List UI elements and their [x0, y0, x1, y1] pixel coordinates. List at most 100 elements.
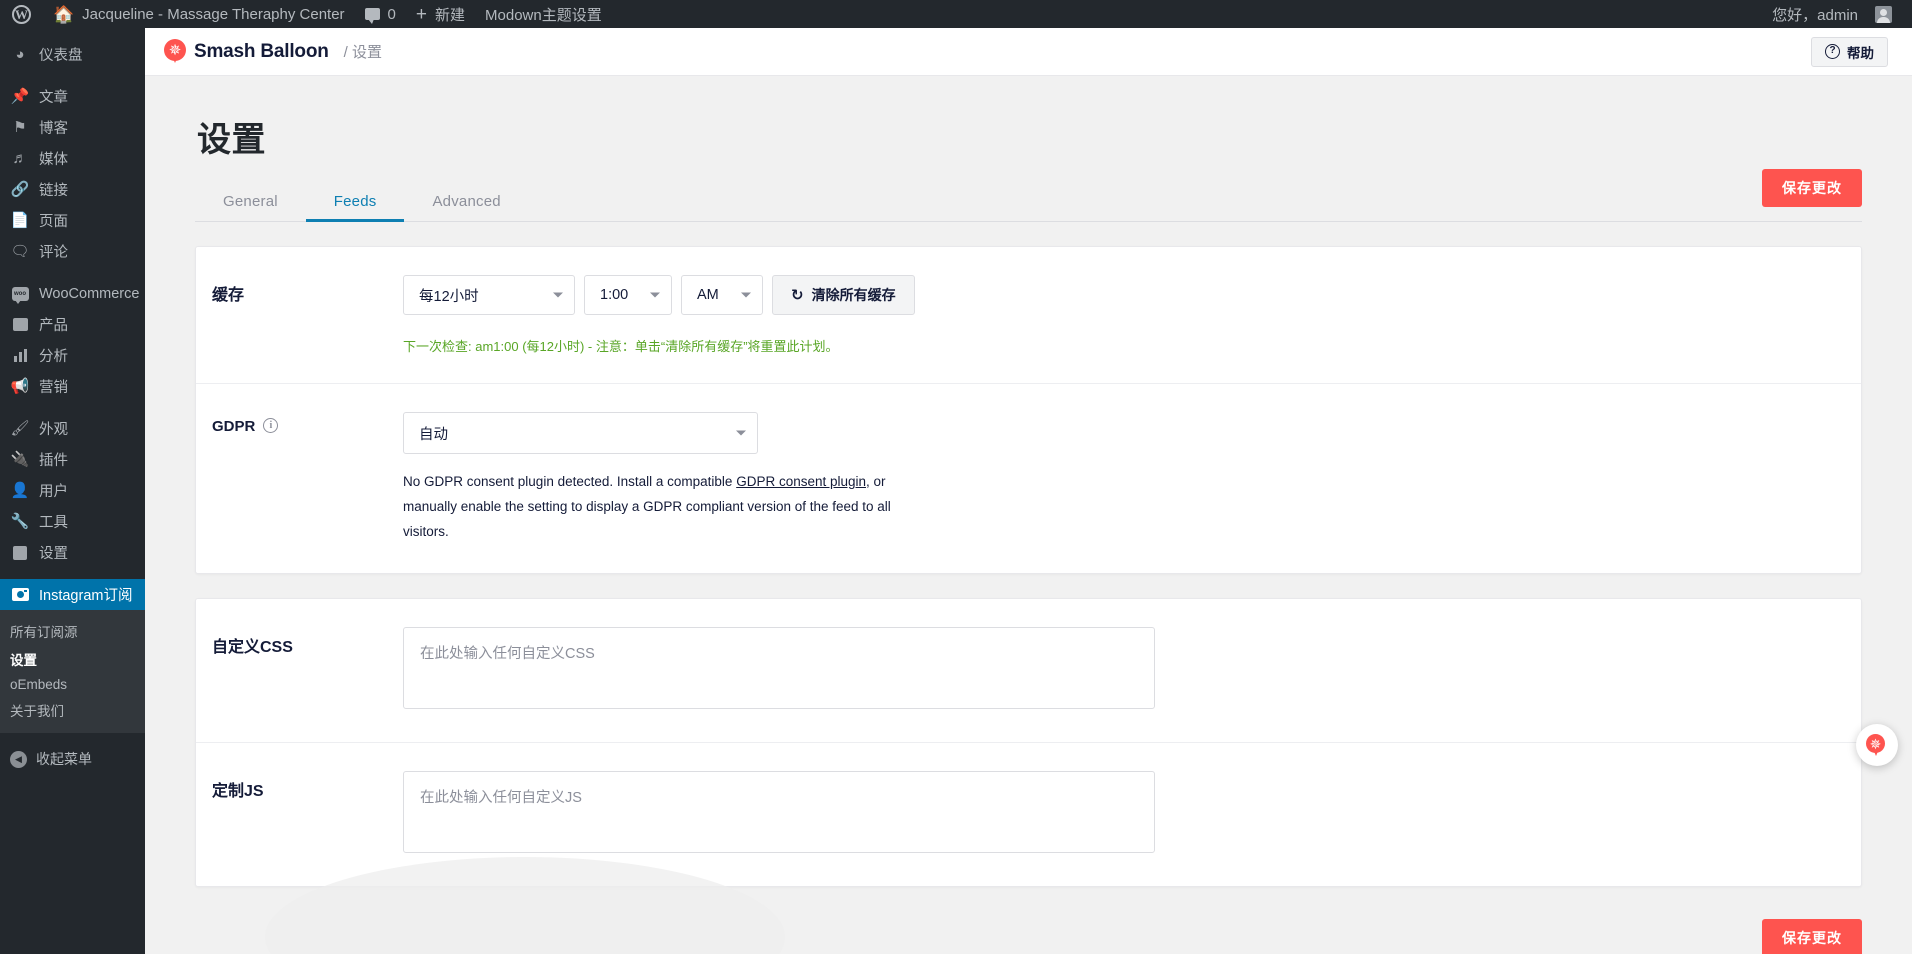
sidebar-item-comments[interactable]: 🗨 评论	[0, 236, 145, 267]
plus-icon: +	[415, 3, 427, 25]
custom-css-textarea[interactable]	[403, 626, 1155, 709]
tab-general[interactable]: General	[195, 187, 306, 222]
sidebar-item-pages[interactable]: 📄 页面	[0, 205, 145, 236]
submenu-item-all-feeds[interactable]: 所有订阅源	[0, 617, 145, 645]
sidebar-item-media[interactable]: ♬ 媒体	[0, 143, 145, 174]
sidebar-item-label: 文章	[39, 90, 68, 106]
collapse-menu-button[interactable]: ◀ 收起菜单	[0, 742, 145, 776]
wordpress-logo-button[interactable]: W	[0, 0, 43, 28]
paintbrush-icon: 🖌	[10, 420, 30, 437]
new-content-button[interactable]: + 新建	[406, 0, 475, 28]
megaphone-icon: 📢	[10, 378, 30, 395]
cache-meridiem-value: AM	[697, 287, 719, 303]
menu-spacer	[0, 70, 145, 81]
sidebar-item-label: 链接	[39, 183, 68, 199]
brand: ✵ Smash Balloon / 设置	[164, 39, 382, 64]
smash-balloon-logo-icon: ✵	[164, 39, 186, 64]
save-changes-button-bottom[interactable]: 保存更改	[1762, 918, 1862, 954]
custom-css-label-text: 自定义CSS	[212, 638, 293, 656]
cache-time-select[interactable]: 1:00	[584, 275, 672, 315]
sidebar-item-products[interactable]: 产品	[0, 309, 145, 340]
gdpr-consent-plugin-link[interactable]: GDPR consent plugin	[736, 474, 866, 489]
settings-sliders-icon	[10, 545, 30, 560]
account-menu[interactable]: 您好，admin	[1762, 0, 1902, 28]
flag-icon: ⚑	[13, 119, 27, 136]
avatar-icon	[1875, 5, 1892, 23]
sidebar-item-users[interactable]: 👤 用户	[0, 475, 145, 506]
tab-label: Feeds	[333, 193, 377, 210]
sidebar-submenu: 所有订阅源 设置 oEmbeds 关于我们	[0, 610, 145, 733]
help-label: 帮助	[1847, 45, 1874, 61]
sidebar-item-tools[interactable]: 🔧 工具	[0, 506, 145, 537]
cache-interval-select[interactable]: 每12小时	[403, 275, 575, 315]
wrench-icon: 🔧	[10, 513, 30, 530]
cache-label-text: 缓存	[212, 287, 245, 304]
sidebar-item-posts[interactable]: 📌 文章	[0, 81, 145, 112]
save-changes-button-top[interactable]: 保存更改	[1762, 169, 1862, 207]
gdpr-mode-value: 自动	[419, 426, 448, 443]
settings-tabs: General Feeds Advanced	[195, 187, 1862, 222]
submenu-label: 设置	[10, 653, 37, 668]
card-cache-gdpr: 缓存 每12小时 1:00 AM ↻ 清除所有缓存 下一次检查: am1:00 …	[195, 246, 1862, 574]
link-icon: 🔗	[10, 181, 30, 198]
sidebar-item-label: Instagram订阅	[39, 588, 133, 604]
sidebar-item-settings[interactable]: 设置	[0, 537, 145, 568]
sidebar-item-label: 工具	[39, 515, 68, 531]
sidebar-item-links[interactable]: 🔗 链接	[0, 174, 145, 205]
user-icon: 👤	[10, 482, 30, 499]
gdpr-controls: 自动 No GDPR consent plugin detected. Inst…	[403, 412, 1861, 545]
tabs-row: General Feeds Advanced 保存更改	[195, 169, 1862, 222]
submenu-label: 所有订阅源	[10, 625, 78, 640]
sidebar-item-marketing[interactable]: 📢 营销	[0, 371, 145, 402]
smash-balloon-fab-icon: ✵	[1866, 734, 1888, 756]
admin-bar-right: 您好，admin	[1762, 0, 1912, 28]
chevron-down-icon	[736, 430, 746, 436]
chevron-down-icon	[650, 292, 660, 298]
main-content: ✵ Smash Balloon / 设置 ? 帮助 设置 General Fee…	[145, 28, 1912, 954]
info-icon[interactable]: i	[263, 418, 279, 433]
submenu-item-settings[interactable]: 设置	[0, 645, 145, 673]
site-name-link[interactable]: 🏠 Jacqueline - Massage Theraphy Center	[43, 0, 355, 28]
question-mark-icon: ?	[1825, 44, 1840, 59]
pin-icon: 📌	[10, 88, 30, 105]
wp-admin-bar: W 🏠 Jacqueline - Massage Theraphy Center…	[0, 0, 1912, 28]
help-button[interactable]: ? 帮助	[1811, 36, 1888, 67]
submenu-item-oembeds[interactable]: oEmbeds	[0, 673, 145, 696]
tab-feeds[interactable]: Feeds	[305, 187, 405, 222]
smash-balloon-fab-button[interactable]: ✵	[1856, 724, 1898, 766]
dashboard-icon: ◕	[15, 46, 25, 63]
menu-spacer	[0, 267, 145, 278]
gdpr-mode-select[interactable]: 自动	[403, 412, 758, 454]
sidebar-item-blog[interactable]: ⚑ 博客	[0, 112, 145, 143]
sidebar-item-plugins[interactable]: 🔌 插件	[0, 444, 145, 475]
custom-js-label: 定制JS	[196, 771, 403, 858]
chevron-left-circle-icon: ◀	[10, 750, 27, 768]
sidebar-item-analytics[interactable]: 分析	[0, 340, 145, 371]
sidebar-item-label: 插件	[39, 453, 68, 469]
comments-link[interactable]: 0	[355, 0, 406, 28]
row-custom-css: 自定义CSS	[196, 599, 1861, 743]
wp-admin-sidebar: ◕ 仪表盘 📌 文章 ⚑ 博客 ♬ 媒体 🔗 链接 📄 页面 🗨 评论 woo …	[0, 28, 145, 954]
theme-settings-link[interactable]: Modown主题设置	[475, 0, 612, 28]
tab-advanced[interactable]: Advanced	[404, 187, 528, 222]
tab-label: Advanced	[432, 193, 501, 210]
sidebar-item-appearance[interactable]: 🖌 外观	[0, 413, 145, 444]
bar-chart-icon	[10, 349, 30, 362]
breadcrumb: / 设置	[343, 44, 382, 61]
sidebar-item-label: 媒体	[39, 152, 68, 168]
menu-spacer	[0, 568, 145, 579]
sidebar-item-dashboard[interactable]: ◕ 仪表盘	[0, 39, 145, 70]
submenu-item-about-us[interactable]: 关于我们	[0, 696, 145, 724]
sidebar-item-label: 营销	[39, 380, 68, 396]
sidebar-item-woocommerce[interactable]: woo WooCommerce	[0, 278, 145, 309]
row-cache: 缓存 每12小时 1:00 AM ↻ 清除所有缓存 下一次检查: am1:00 …	[196, 247, 1861, 384]
cache-meridiem-select[interactable]: AM	[681, 275, 763, 315]
woocommerce-icon: woo	[10, 286, 30, 304]
sidebar-item-label: 仪表盘	[39, 48, 83, 64]
wordpress-icon: W	[12, 4, 31, 24]
cache-interval-value: 每12小时	[419, 288, 479, 305]
custom-js-textarea[interactable]	[403, 770, 1155, 853]
sidebar-item-instagram-feed[interactable]: Instagram订阅	[0, 579, 145, 610]
comment-bubble-icon	[364, 8, 380, 24]
clear-all-caches-button[interactable]: ↻ 清除所有缓存	[772, 275, 915, 315]
